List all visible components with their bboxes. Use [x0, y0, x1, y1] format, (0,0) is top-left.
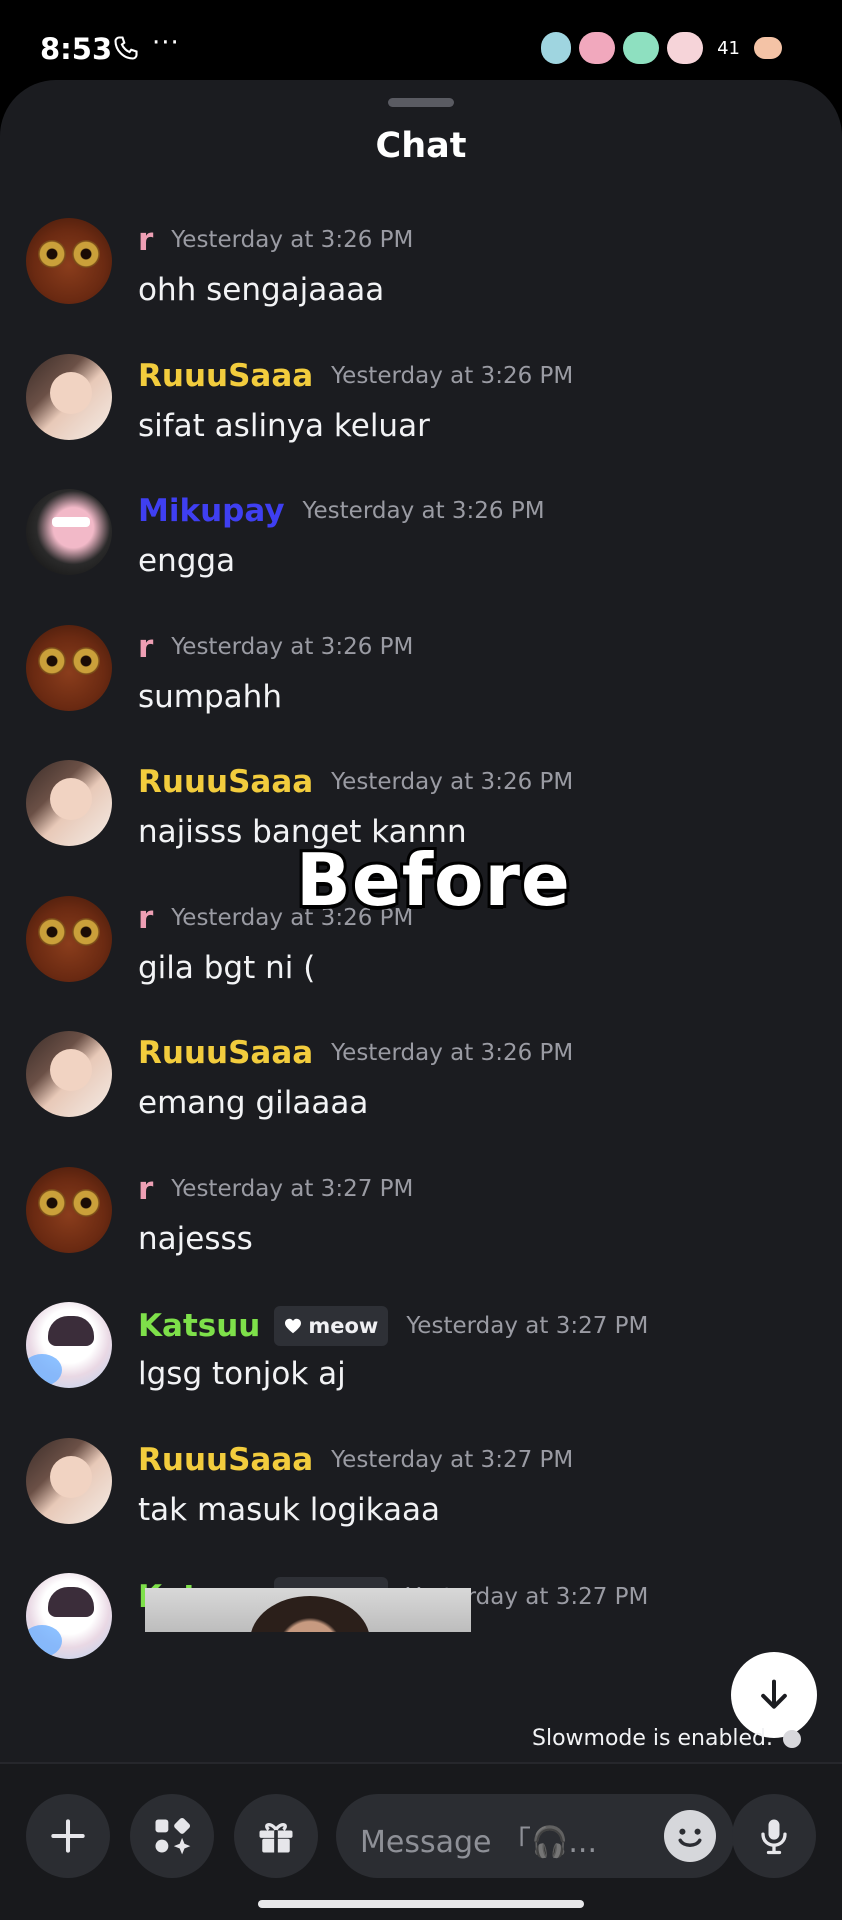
- server-tag[interactable]: meow: [274, 1306, 389, 1346]
- message-text: engga: [138, 543, 236, 579]
- message-text: najesss: [138, 1221, 253, 1257]
- heart-icon: [285, 1318, 302, 1334]
- status-time: 8:53: [40, 32, 113, 66]
- message-item[interactable]: RuuuSaaa Yesterday at 3:27 PM tak masuk lo…: [0, 1438, 842, 1558]
- timestamp: Yesterday at 3:26 PM: [302, 498, 545, 524]
- home-indicator[interactable]: [258, 1900, 584, 1908]
- message-header: RuuuSaaa Yesterday at 3:26 PM: [138, 358, 573, 394]
- message-header: Mikupay Yesterday at 3:26 PM: [138, 493, 545, 529]
- mic-icon: [761, 1819, 787, 1855]
- avatar[interactable]: [26, 1573, 112, 1659]
- avatar[interactable]: [26, 489, 112, 575]
- message-text: emang gilaaaa: [138, 1085, 369, 1121]
- timestamp: Yesterday at 3:26 PM: [331, 363, 574, 389]
- message-placeholder: Message 「🎧...: [360, 1825, 597, 1860]
- message-text: gila bgt ni (: [138, 950, 316, 986]
- message-text: lgsg tonjok aj: [138, 1356, 346, 1392]
- timestamp: Yesterday at 3:26 PM: [331, 1040, 574, 1066]
- message-item[interactable]: Mikupay Yesterday at 3:26 PM engga: [0, 489, 842, 609]
- slowmode-notice: Slowmode is enabled.: [532, 1726, 802, 1751]
- sticker-icon: [667, 32, 704, 64]
- username[interactable]: r: [138, 222, 153, 258]
- sticker-icon: [623, 32, 660, 64]
- message-item[interactable]: r Yesterday at 3:26 PM sumpahh: [0, 625, 842, 745]
- username[interactable]: r: [138, 1171, 153, 1207]
- message-header: r Yesterday at 3:26 PM: [138, 629, 413, 665]
- apps-icon: [155, 1817, 191, 1855]
- avatar[interactable]: [26, 625, 112, 711]
- message-item[interactable]: RuuuSaaa Yesterday at 3:26 PM sifat asliny…: [0, 354, 842, 474]
- status-more-dots: ···: [152, 28, 180, 58]
- username[interactable]: Katsuu: [138, 1308, 260, 1344]
- call-icon: [114, 36, 138, 60]
- message-text: sumpahh: [138, 679, 282, 715]
- status-bar: 8:53 ··· 41: [0, 0, 842, 80]
- avatar[interactable]: [26, 896, 112, 982]
- message-header: r Yesterday at 3:26 PM: [138, 222, 413, 258]
- gift-button[interactable]: [234, 1794, 318, 1878]
- username[interactable]: RuuuSaaa: [138, 1442, 313, 1478]
- avatar[interactable]: [26, 760, 112, 846]
- avatar[interactable]: [26, 1167, 112, 1253]
- message-text: sifat aslinya keluar: [138, 408, 430, 444]
- add-attachment-button[interactable]: [26, 1794, 110, 1878]
- avatar[interactable]: [26, 218, 112, 304]
- timestamp: Yesterday at 3:26 PM: [171, 634, 414, 660]
- page-title: Chat: [375, 126, 467, 166]
- sticker-icon: [541, 32, 572, 64]
- photo-subject: [250, 1596, 370, 1632]
- message-item[interactable]: r Yesterday at 3:27 PM najesss: [0, 1167, 842, 1287]
- avatar[interactable]: [26, 1302, 112, 1388]
- message-item[interactable]: r Yesterday at 3:26 PM ohh sengajaaaa: [0, 218, 842, 338]
- battery-level: 41: [717, 37, 740, 59]
- message-text: tak masuk logikaaa: [138, 1492, 441, 1528]
- avatar[interactable]: [26, 1438, 112, 1524]
- gift-icon: [259, 1823, 293, 1853]
- timestamp: Yesterday at 3:26 PM: [171, 227, 414, 253]
- timestamp: Yesterday at 3:26 PM: [331, 769, 574, 795]
- timestamp: Yesterday at 3:27 PM: [406, 1313, 649, 1339]
- server-tag-label: meow: [308, 1314, 379, 1338]
- timestamp: Yesterday at 3:27 PM: [171, 1176, 414, 1202]
- image-attachment[interactable]: [145, 1588, 471, 1632]
- sticker-icon: [579, 32, 616, 64]
- overlay-caption: Before: [293, 835, 573, 925]
- emoji-icon: [678, 1828, 702, 1847]
- composer-bar: Message 「🎧...: [0, 1762, 842, 1920]
- drag-handle[interactable]: [388, 98, 454, 107]
- message-input[interactable]: Message 「🎧...: [336, 1794, 734, 1878]
- status-stickers: 41: [541, 30, 782, 66]
- username[interactable]: Mikupay: [138, 493, 285, 529]
- clock-icon: [783, 1729, 802, 1748]
- username[interactable]: r: [138, 900, 153, 936]
- username[interactable]: r: [138, 629, 153, 665]
- username[interactable]: RuuuSaaa: [138, 1035, 313, 1071]
- message-text: ohh sengajaaaa: [138, 272, 385, 308]
- plus-icon: [51, 1819, 85, 1853]
- username[interactable]: RuuuSaaa: [138, 358, 313, 394]
- username[interactable]: RuuuSaaa: [138, 764, 313, 800]
- timestamp: Yesterday at 3:27 PM: [331, 1447, 574, 1473]
- voice-message-button[interactable]: [732, 1794, 816, 1878]
- message-header: RuuuSaaa Yesterday at 3:26 PM: [138, 764, 573, 800]
- chat-sheet: Chat r Yesterday at 3:26 PM ohh sengajaaaa…: [0, 80, 842, 1920]
- avatar[interactable]: [26, 1031, 112, 1117]
- message-header: RuuuSaaa Yesterday at 3:27 PM: [138, 1442, 573, 1478]
- emoji-button[interactable]: [664, 1810, 716, 1862]
- message-item[interactable]: Katsuu meow Yesterday at 3:27 PM lgsg tonjo…: [0, 1302, 842, 1422]
- message-header: RuuuSaaa Yesterday at 3:26 PM: [138, 1035, 573, 1071]
- sticker-icon: [754, 37, 782, 59]
- apps-button[interactable]: [130, 1794, 214, 1878]
- message-header: Katsuu meow Yesterday at 3:27 PM: [138, 1306, 648, 1346]
- message-item[interactable]: RuuuSaaa Yesterday at 3:26 PM emang gilaaa…: [0, 1031, 842, 1151]
- arrow-down-icon: [761, 1679, 787, 1709]
- slowmode-text: Slowmode is enabled.: [532, 1726, 774, 1751]
- message-header: r Yesterday at 3:27 PM: [138, 1171, 413, 1207]
- avatar[interactable]: [26, 354, 112, 440]
